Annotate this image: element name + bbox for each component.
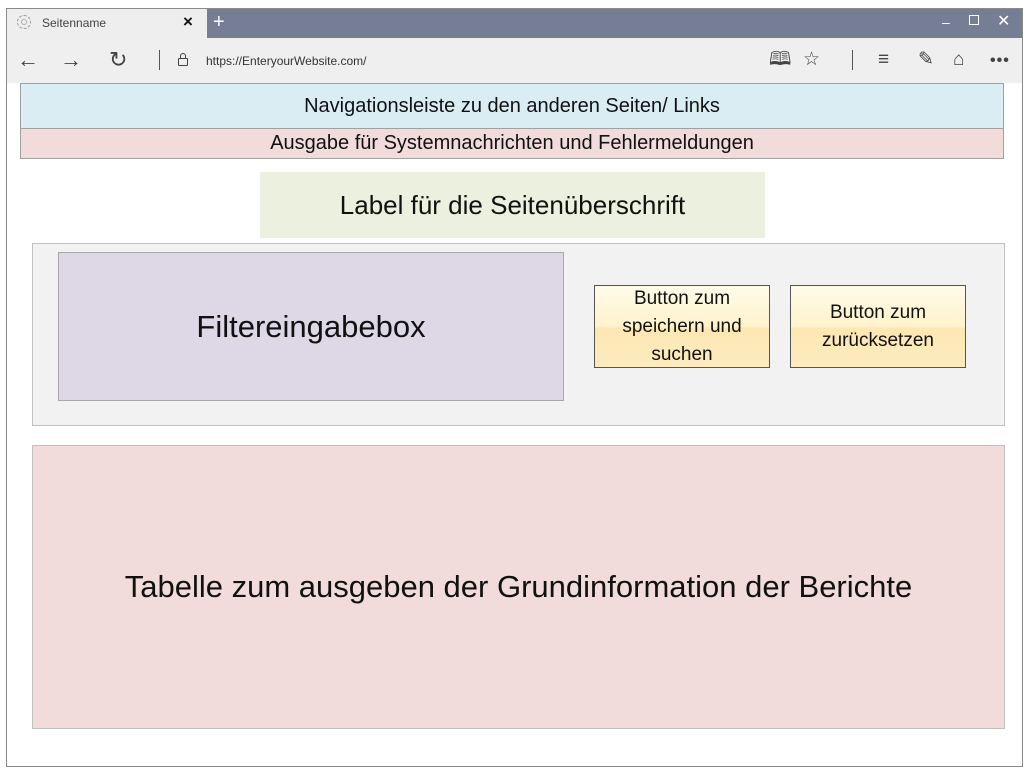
back-arrow-icon[interactable]: ← <box>17 47 39 73</box>
address-input[interactable]: https://EnteryourWebsite.com/ <box>206 54 367 68</box>
tab-strip: Seitenname × + – ✕ <box>7 9 1022 38</box>
minimize-icon[interactable]: – <box>942 13 950 31</box>
reading-view-icon[interactable]: 🕮 <box>769 49 791 71</box>
forward-arrow-icon[interactable]: → <box>60 47 82 73</box>
reset-button[interactable]: Button zum zurücksetzen <box>790 285 966 368</box>
favicon-icon <box>17 15 31 29</box>
refresh-icon[interactable]: ↻ <box>109 47 127 73</box>
reports-table: Tabelle zum ausgeben der Grundinformatio… <box>32 445 1005 729</box>
share-icon[interactable]: ⌂ <box>953 49 964 71</box>
page-content: Navigationsleiste zu den anderen Seiten/… <box>7 83 1022 767</box>
page-title: Label für die Seitenüberschrift <box>260 172 765 238</box>
tab-close-icon[interactable]: × <box>183 12 193 32</box>
navigation-bar[interactable]: Navigationsleiste zu den anderen Seiten/… <box>20 83 1004 129</box>
more-icon[interactable]: ••• <box>990 50 1010 72</box>
address-toolbar: ← → ↻ https://EnteryourWebsite.com/ 🕮 ☆ … <box>7 38 1022 83</box>
save-search-button[interactable]: Button zum speichern und suchen <box>594 285 770 368</box>
web-note-icon[interactable]: ✎ <box>918 49 934 71</box>
tab-title: Seitenname <box>42 16 107 30</box>
star-icon[interactable]: ☆ <box>803 49 820 71</box>
system-messages-area: Ausgabe für Systemnachrichten und Fehler… <box>20 129 1004 159</box>
toolbar-divider <box>852 50 853 70</box>
toolbar-divider <box>159 50 160 70</box>
tab-seitenname[interactable]: Seitenname × <box>7 9 207 38</box>
browser-window: Seitenname × + – ✕ ← → ↻ https://Enteryo… <box>6 8 1023 767</box>
new-tab-icon[interactable]: + <box>213 10 225 34</box>
filter-input-box[interactable]: Filtereingabebox <box>58 252 564 401</box>
maximize-icon[interactable] <box>969 15 979 25</box>
window-close-icon[interactable]: ✕ <box>997 13 1010 31</box>
lock-icon <box>178 53 188 66</box>
hub-icon[interactable]: ≡ <box>878 49 889 71</box>
